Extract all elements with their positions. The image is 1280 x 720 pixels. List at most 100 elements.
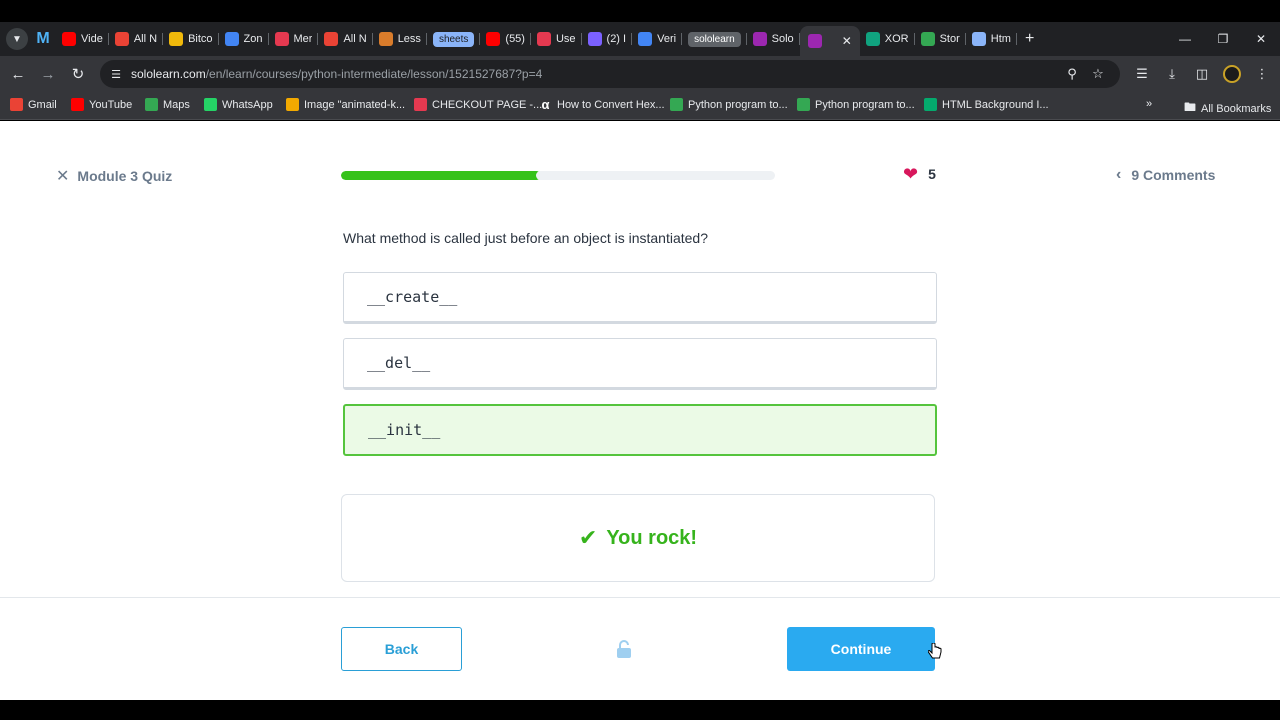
folder-icon: 🖿 (1184, 100, 1197, 114)
bookmark-item[interactable]: Image "animated-k... (286, 98, 405, 111)
browser-tab-label: Vide (81, 33, 103, 45)
footer-divider (0, 597, 1280, 598)
bookmark-item[interactable]: WhatsApp (204, 98, 273, 111)
back-button-label: Back (384, 641, 419, 657)
screen-bottom-bar (0, 700, 1280, 720)
bookmark-item[interactable]: YouTube (71, 98, 132, 111)
reload-icon[interactable]: ↻ (68, 64, 88, 84)
address-bar[interactable]: ☰ sololearn.com/en/learn/courses/python-… (100, 60, 1120, 88)
m-logo-icon: M (36, 30, 50, 47)
bookmark-label: Python program to... (815, 98, 915, 111)
browser-tab[interactable]: Solo (747, 26, 800, 52)
check-icon: ✔ (578, 525, 598, 550)
bookmark-item[interactable]: Python program to... (797, 98, 915, 111)
answer-option-label: __del__ (367, 354, 431, 372)
bookmark-item[interactable]: Python program to... (670, 98, 788, 111)
site-info-icon[interactable]: ☰ (108, 66, 124, 82)
browser-tab[interactable]: Bitco (163, 26, 219, 52)
bookmark-item[interactable]: α How to Convert Hex... (539, 98, 665, 111)
alpha-icon: α (541, 97, 550, 112)
browser-tab-label: Veri (657, 33, 677, 45)
media-queue-icon[interactable]: ☰ (1133, 65, 1151, 83)
browser-tab[interactable]: Less (373, 26, 427, 52)
answer-option[interactable]: __create__ (343, 272, 937, 324)
checkout-icon (414, 98, 427, 111)
unlock-icon[interactable] (616, 640, 632, 658)
gmail-icon (324, 32, 339, 46)
download-icon[interactable]: ⤓ (1163, 65, 1181, 83)
bookmark-item[interactable]: CHECKOUT PAGE -... (414, 98, 542, 111)
maps-icon (145, 98, 158, 111)
browser-tab[interactable]: All N (318, 26, 373, 52)
url-text[interactable]: sololearn.com/en/learn/courses/python-in… (131, 67, 542, 81)
python-icon (670, 98, 683, 111)
minimize-icon[interactable]: — (1166, 22, 1204, 56)
browser-tab[interactable]: XOR (860, 26, 915, 52)
restore-icon[interactable]: ❐ (1204, 22, 1242, 56)
close-icon: ✕ (56, 168, 70, 185)
browser-tab-label: Mer (293, 33, 313, 45)
bookmark-label: Gmail (28, 98, 57, 111)
browser-tab[interactable]: All N (109, 26, 164, 52)
w-icon (924, 98, 937, 111)
window-controls: — ❐ ✕ (1166, 22, 1280, 56)
bookmark-label: Maps (163, 98, 190, 111)
browser-tab[interactable]: sheets (427, 26, 481, 52)
browser-tab[interactable]: (2) I (582, 26, 633, 52)
browser-tab[interactable]: Mer (269, 26, 319, 52)
browser-tab[interactable]: Stor (915, 26, 966, 52)
url-path: /en/learn/courses/python-intermediate/le… (205, 67, 543, 81)
chat-icon (587, 32, 602, 46)
sololearn-icon (752, 32, 767, 46)
browser-tab[interactable]: sololearn (682, 26, 747, 52)
kebab-menu-icon[interactable]: ⋮ (1253, 65, 1271, 83)
comments-label: 9 Comments (1131, 167, 1216, 183)
tab-search-button[interactable]: ▼ (6, 28, 28, 50)
side-panel-icon[interactable]: ◫ (1193, 65, 1211, 83)
bookmark-star-icon[interactable]: ☆ (1090, 66, 1106, 82)
answer-option[interactable]: __init__ (343, 404, 937, 456)
browser-tab[interactable]: (55) (480, 26, 531, 52)
browser-tab[interactable]: Zon (219, 26, 269, 52)
continue-button-label: Continue (830, 641, 892, 657)
browser-tab-label: Stor (939, 33, 960, 45)
binance-icon (169, 32, 184, 46)
bookmark-item[interactable]: HTML Background I... (924, 98, 1049, 111)
use-icon (536, 32, 551, 46)
browser-tab[interactable]: Use (531, 26, 582, 52)
comments-button[interactable]: ‹ 9 Comments (1116, 166, 1215, 184)
feedback-box: ✔ You rock! (341, 494, 935, 582)
bookmark-label: HTML Background I... (942, 98, 1049, 111)
gmail-icon (114, 32, 129, 46)
close-quiz-button[interactable]: ✕ Module 3 Quiz (56, 166, 172, 186)
all-bookmarks-label: All Bookmarks (1201, 102, 1272, 115)
new-tab-icon[interactable]: + (1025, 30, 1034, 48)
bookmark-label: WhatsApp (222, 98, 273, 111)
browser-tab-label: (55) (505, 33, 525, 45)
browser-tab-label: Htm (990, 33, 1011, 45)
pen-icon (638, 32, 653, 46)
back-button[interactable]: Back (341, 627, 462, 671)
profile-avatar[interactable] (1223, 65, 1241, 83)
browser-tab[interactable]: Veri (632, 26, 683, 52)
answer-option[interactable]: __del__ (343, 338, 937, 390)
hearts-counter: ❤ 5 (903, 165, 936, 183)
bookmark-item[interactable]: Maps (145, 98, 190, 111)
forward-arrow-icon[interactable]: → (38, 64, 58, 84)
continue-button[interactable]: Continue (787, 627, 935, 671)
zoom-icon[interactable]: ⚲ (1064, 66, 1080, 82)
tab-m-logo[interactable]: M (34, 26, 56, 52)
browser-tab[interactable]: Htm (966, 26, 1017, 52)
close-window-icon[interactable]: ✕ (1242, 22, 1280, 56)
back-arrow-icon[interactable]: ← (8, 64, 28, 84)
all-bookmarks-button[interactable]: 🖿 All Bookmarks (1184, 98, 1271, 119)
progress-knob (535, 171, 545, 180)
bookmark-item[interactable]: Gmail (10, 98, 57, 111)
close-tab-icon[interactable]: ✕ (842, 34, 852, 48)
browser-tab[interactable]: ✕ (799, 26, 860, 56)
question-text: What method is called just before an obj… (343, 230, 708, 246)
browser-tab[interactable]: Vide (56, 26, 109, 52)
sololearn-icon (807, 34, 822, 48)
bookmarks-overflow-icon[interactable]: » (1146, 98, 1152, 110)
quiz-title: Module 3 Quiz (77, 168, 173, 184)
